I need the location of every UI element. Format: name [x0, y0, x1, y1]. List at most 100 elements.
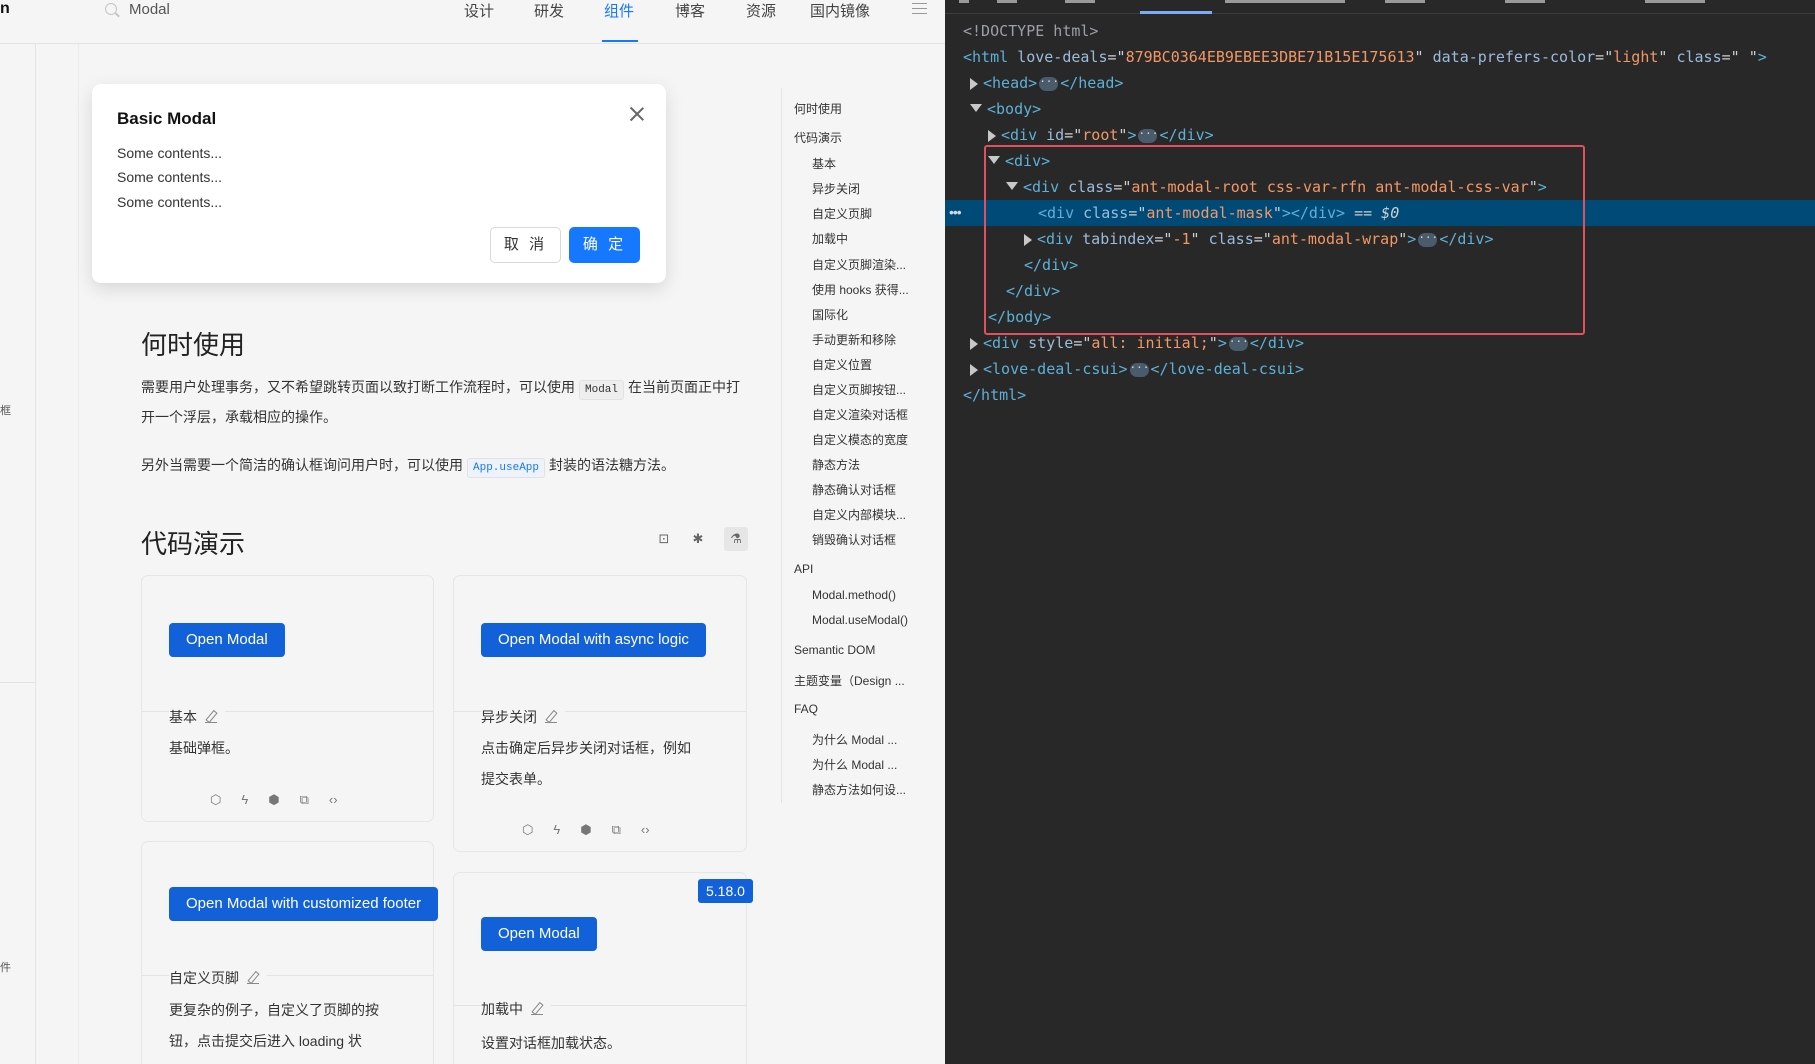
anchor-link[interactable]: 加载中: [812, 230, 848, 247]
code-icon[interactable]: ‹›: [641, 822, 650, 838]
when-to-use-paragraph-2: 另外当需要一个简洁的确认框询问用户时，可以使用 App.useApp 封装的语法糖方…: [141, 450, 751, 480]
edit-icon[interactable]: [247, 972, 259, 984]
menu-icon[interactable]: [912, 3, 927, 14]
anchor-link[interactable]: FAQ: [794, 702, 818, 716]
external-link-icon[interactable]: ⧉: [612, 822, 621, 838]
search-box[interactable]: Modal: [105, 0, 170, 18]
tag-name: love-deal-csui: [1168, 360, 1295, 378]
ellipsis-icon[interactable]: ···: [1129, 362, 1149, 377]
anchor-link[interactable]: 基本: [812, 155, 836, 172]
devtools-tab-fragment[interactable]: [959, 0, 969, 3]
devtools-tab-fragment[interactable]: [1225, 0, 1345, 3]
nav-components[interactable]: 组件: [604, 0, 634, 21]
beaker-icon[interactable]: ⚗: [724, 527, 748, 551]
code-expand-icon[interactable]: ⊡: [656, 531, 672, 547]
expand-triangle-icon[interactable]: [970, 337, 978, 350]
close-icon[interactable]: [628, 105, 646, 123]
selected-row-menu-icon[interactable]: •••: [949, 204, 962, 220]
anchor-link[interactable]: 异步关闭: [812, 180, 860, 197]
cancel-button[interactable]: 取 消: [490, 227, 561, 263]
codesandbox-icon[interactable]: ⬡: [522, 822, 533, 838]
inline-code-link[interactable]: App.useApp: [467, 458, 546, 478]
version-badge: 5.18.0: [698, 879, 753, 903]
anchor-link[interactable]: Semantic DOM: [794, 643, 875, 657]
ellipsis-icon[interactable]: ···: [1138, 128, 1158, 143]
dom-line-body[interactable]: <body>: [945, 96, 1815, 122]
anchor-link[interactable]: 自定义页脚按钮...: [812, 381, 906, 398]
paragraph-text: 另外当需要一个简洁的确认框询问用户时，可以使用: [141, 457, 463, 473]
nav-develop[interactable]: 研发: [534, 0, 564, 21]
open-modal-button[interactable]: Open Modal: [169, 623, 285, 657]
card-title: 基本: [169, 707, 225, 727]
dom-line-doctype[interactable]: <!DOCTYPE html>: [945, 18, 1815, 44]
ok-button[interactable]: 确 定: [569, 227, 640, 263]
attr-value: 879BC0364EB9EBEE3DBE71B15E175613: [1125, 48, 1415, 66]
modal-content-line: Some contents...: [117, 194, 223, 210]
lightning-icon[interactable]: ϟ: [553, 822, 560, 838]
anchor-link[interactable]: 销毁确认对话框: [812, 531, 896, 548]
anchor-link[interactable]: 手动更新和移除: [812, 331, 896, 348]
collapse-triangle-icon[interactable]: [970, 104, 982, 112]
edit-icon[interactable]: [205, 711, 217, 723]
expand-triangle-icon[interactable]: [970, 363, 978, 376]
nav-blog[interactable]: 博客: [675, 0, 705, 21]
anchor-link[interactable]: API: [794, 562, 813, 576]
devtools-tab-fragment[interactable]: [997, 0, 1017, 3]
codepen-icon[interactable]: ⬢: [268, 792, 279, 808]
code-icon[interactable]: ‹›: [329, 792, 338, 808]
anchor-link[interactable]: 自定义位置: [812, 356, 872, 373]
anchor-link[interactable]: 自定义模态的宽度: [812, 431, 908, 448]
external-link-icon[interactable]: ⧉: [300, 792, 309, 808]
devtools-tab-fragment[interactable]: [1385, 0, 1425, 3]
nav-resources[interactable]: 资源: [746, 0, 776, 21]
anchor-link[interactable]: 为什么 Modal ...: [812, 756, 897, 773]
anchor-link[interactable]: Modal.useModal(): [812, 613, 908, 627]
attr-value: root: [1082, 126, 1119, 144]
dom-line-csui[interactable]: <love-deal-csui> ···</love-deal-csui>: [945, 356, 1815, 382]
open-modal-custom-footer-button[interactable]: Open Modal with customized footer: [169, 887, 439, 921]
anchor-link[interactable]: 自定义页脚: [812, 205, 872, 222]
anchor-link[interactable]: 何时使用: [794, 100, 842, 117]
bug-icon[interactable]: ✱: [690, 531, 706, 547]
edit-icon[interactable]: [531, 1003, 543, 1015]
codesandbox-icon[interactable]: ⬡: [210, 792, 221, 808]
anchor-link[interactable]: 自定义内部模块...: [812, 506, 906, 523]
lightning-icon[interactable]: ϟ: [241, 792, 248, 808]
expand-triangle-icon[interactable]: [970, 77, 978, 90]
search-input[interactable]: Modal: [129, 1, 170, 18]
ellipsis-icon[interactable]: ···: [1039, 76, 1059, 91]
expand-triangle-icon[interactable]: [988, 129, 996, 142]
anchor-link[interactable]: 代码演示: [794, 129, 842, 146]
dom-line-close-html[interactable]: </html>: [945, 382, 1815, 408]
card-title-text: 加载中: [481, 1001, 523, 1017]
anchor-link[interactable]: 静态方法如何设...: [812, 781, 906, 798]
annotation-highlight-box: [984, 145, 1585, 335]
devtools-tab-fragment[interactable]: [1065, 0, 1095, 3]
devtools-tab-fragment[interactable]: [1505, 0, 1545, 3]
anchor-link[interactable]: Modal.method(): [812, 588, 896, 602]
paragraph-text: 需要用户处理事务，又不希望跳转页面以致打断工作流程时，可以使用: [141, 379, 575, 395]
anchor-link[interactable]: 静态方法: [812, 456, 860, 473]
edit-icon[interactable]: [545, 711, 557, 723]
anchor-link[interactable]: 静态确认对话框: [812, 481, 896, 498]
anchor-link[interactable]: 自定义渲染对话框: [812, 406, 908, 423]
devtools-active-tab-indicator: [1140, 11, 1212, 14]
sidebar-fragment-text: 件: [0, 962, 11, 974]
devtools-tab-fragment[interactable]: [1645, 0, 1705, 3]
anchor-link[interactable]: 自定义页脚渲染...: [812, 256, 906, 273]
nav-design[interactable]: 设计: [464, 0, 494, 21]
ellipsis-icon[interactable]: ···: [1228, 336, 1249, 351]
nav-mirror[interactable]: 国内镜像: [810, 0, 870, 21]
dom-line-head[interactable]: <head> ···</head>: [945, 70, 1815, 96]
codepen-icon[interactable]: ⬢: [580, 822, 591, 838]
dom-line-html[interactable]: <html love-deals="879BC0364EB9EBEE3DBE71…: [945, 44, 1815, 70]
open-modal-async-button[interactable]: Open Modal with async logic: [481, 623, 706, 657]
anchor-link[interactable]: 使用 hooks 获得...: [812, 281, 909, 298]
modal-title: Basic Modal: [117, 109, 217, 128]
anchor-link[interactable]: 为什么 Modal ...: [812, 731, 897, 748]
anchor-link[interactable]: 国际化: [812, 306, 848, 323]
open-modal-loading-button[interactable]: Open Modal: [481, 917, 597, 951]
sidebar-fragment-text: 框: [0, 405, 11, 417]
anchor-link[interactable]: 主题变量（Design ...: [794, 672, 905, 689]
paragraph-text: 封装的语法糖方法。: [549, 457, 676, 473]
